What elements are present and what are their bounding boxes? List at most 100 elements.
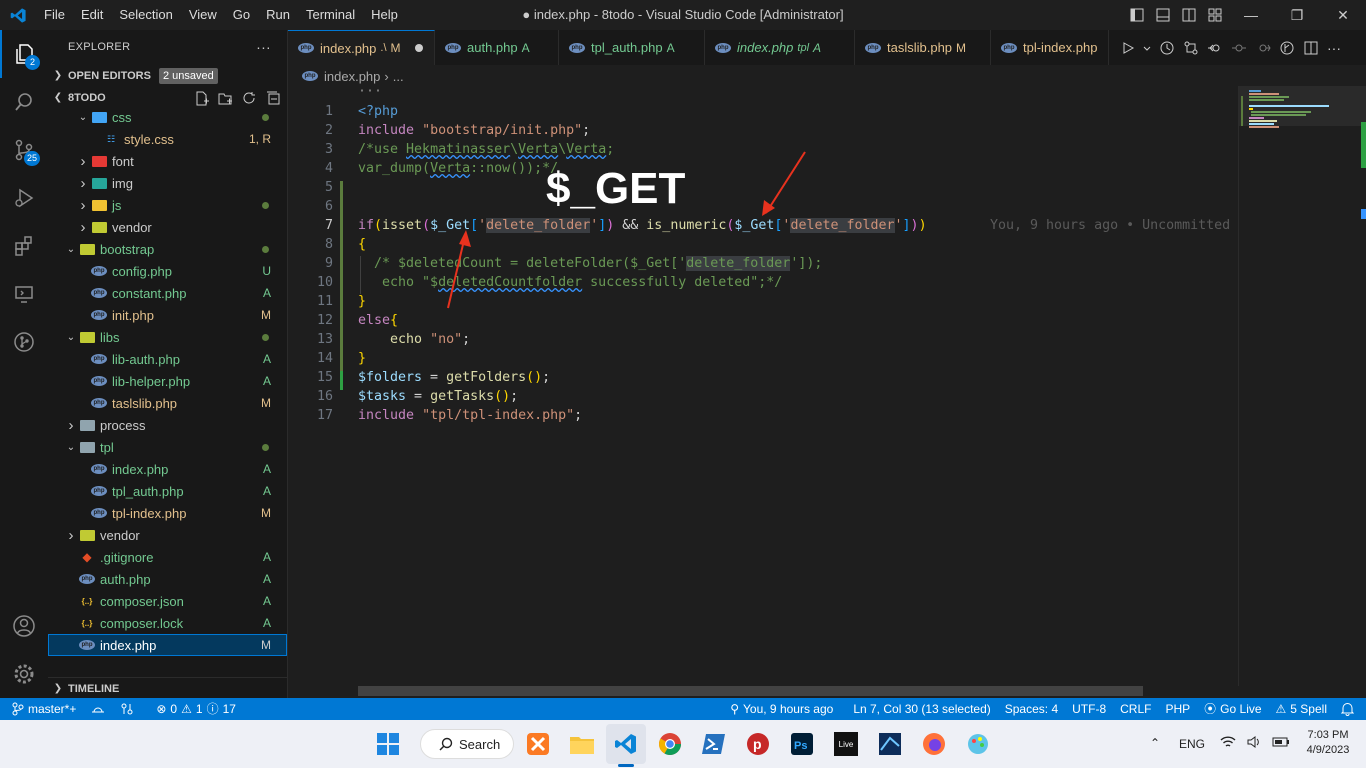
menu-run[interactable]: Run xyxy=(258,0,298,30)
minimap[interactable] xyxy=(1238,86,1366,686)
menu-edit[interactable]: Edit xyxy=(73,0,111,30)
tree-item[interactable]: ⌄ bootstrap xyxy=(48,238,287,260)
windows-start-icon[interactable] xyxy=(368,724,408,764)
timeline-history-icon[interactable] xyxy=(1159,40,1175,56)
previous-change-icon[interactable] xyxy=(1231,40,1247,56)
collapse-all-icon[interactable] xyxy=(266,91,281,106)
cursor-position[interactable]: Ln 7, Col 30 (13 selected) xyxy=(846,698,997,720)
next-change-icon[interactable] xyxy=(1255,40,1271,56)
tab-tpl-index-php[interactable]: php tpl-index.php xyxy=(991,30,1109,65)
search-icon[interactable] xyxy=(0,78,48,126)
notifications-bell-icon[interactable] xyxy=(1334,698,1366,720)
open-changes-icon[interactable] xyxy=(1207,40,1223,56)
phpstorm-icon[interactable]: p xyxy=(738,724,778,764)
menu-help[interactable]: Help xyxy=(363,0,406,30)
unsaved-dot-icon[interactable] xyxy=(414,44,423,52)
chrome-icon[interactable] xyxy=(650,724,690,764)
photoshop-icon[interactable]: Ps xyxy=(782,724,822,764)
tree-item[interactable]: php lib-helper.php A xyxy=(48,370,287,392)
tab-index-php[interactable]: php index.php .\ M xyxy=(288,30,435,65)
input-language[interactable]: ENG xyxy=(1179,737,1205,751)
firefox-icon[interactable] xyxy=(914,724,954,764)
indentation[interactable]: Spaces: 4 xyxy=(998,698,1065,720)
new-file-icon[interactable] xyxy=(194,91,209,106)
manage-gear-icon[interactable] xyxy=(0,650,48,698)
taskbar-search[interactable]: Search xyxy=(420,729,514,759)
clock[interactable]: 7:03 PM 4/9/2023 xyxy=(1300,728,1356,758)
code-editor[interactable]: ··· 1 2 3 4 5 6 7 8 9 10 11 12 13 14 15 16 17 <?php incl… xyxy=(288,84,1238,696)
file-explorer-icon[interactable] xyxy=(562,724,602,764)
tree-item[interactable]: ☷ style.css 1, R xyxy=(48,128,287,150)
tree-item[interactable]: › vendor xyxy=(48,216,287,238)
git-lens-icon[interactable] xyxy=(1279,40,1295,56)
go-live-button[interactable]: ⦿ Go Live xyxy=(1197,698,1268,720)
git-graph-icon[interactable] xyxy=(0,318,48,366)
tree-item[interactable]: ⌄ tpl xyxy=(48,436,287,458)
tree-item[interactable]: php taslslib.php M xyxy=(48,392,287,414)
menu-selection[interactable]: Selection xyxy=(111,0,180,30)
toggle-sidebar-icon[interactable] xyxy=(1124,0,1150,30)
app-icon[interactable] xyxy=(870,724,910,764)
tree-item[interactable]: ⌄ libs xyxy=(48,326,287,348)
chevron-up-icon[interactable]: ⌃ xyxy=(1150,736,1160,750)
end-of-line[interactable]: CRLF xyxy=(1113,698,1158,720)
ableton-live-icon[interactable]: Live xyxy=(826,724,866,764)
sync-icon[interactable] xyxy=(83,698,113,720)
vscode-taskbar-icon[interactable] xyxy=(606,724,646,764)
explorer-icon[interactable]: 2 xyxy=(0,30,48,78)
tree-item[interactable]: php init.php M xyxy=(48,304,287,326)
tree-item[interactable]: › img xyxy=(48,172,287,194)
powershell-icon[interactable] xyxy=(694,724,734,764)
refresh-icon[interactable] xyxy=(242,91,257,106)
tree-item[interactable]: › font xyxy=(48,150,287,172)
accounts-icon[interactable] xyxy=(0,602,48,650)
tree-item[interactable]: php auth.php A xyxy=(48,568,287,590)
run-icon[interactable] xyxy=(1121,41,1135,55)
breadcrumb-file[interactable]: index.php xyxy=(324,69,380,84)
run-debug-icon[interactable] xyxy=(0,174,48,222)
timeline-section[interactable]: ❯ TIMELINE xyxy=(48,677,287,699)
tree-item[interactable]: php constant.php A xyxy=(48,282,287,304)
toggle-panel-icon[interactable] xyxy=(1150,0,1176,30)
xampp-icon[interactable] xyxy=(518,724,558,764)
new-folder-icon[interactable] xyxy=(218,91,233,106)
tree-item[interactable]: ⌄ css xyxy=(48,106,287,128)
branch-item[interactable]: master*+ xyxy=(0,698,83,720)
tab-tpl-index-preview[interactable]: php index.php tpl A xyxy=(705,30,855,65)
extensions-icon[interactable] xyxy=(0,222,48,270)
menu-file[interactable]: File xyxy=(36,0,73,30)
open-editors-section[interactable]: ❯ OPEN EDITORS 2 unsaved xyxy=(48,65,287,87)
tree-item[interactable]: › process xyxy=(48,414,287,436)
restore-icon[interactable]: ❐ xyxy=(1274,0,1320,30)
tree-item[interactable]: {..} composer.lock A xyxy=(48,612,287,634)
source-control-icon[interactable]: 25 xyxy=(0,126,48,174)
horizontal-scrollbar[interactable] xyxy=(358,686,1143,696)
problems-item[interactable]: ⊗ 0 ⚠ 1 ⓘ 17 xyxy=(149,698,243,720)
paint-icon[interactable] xyxy=(958,724,998,764)
system-tray[interactable] xyxy=(1220,734,1290,750)
more-actions-icon[interactable]: ··· xyxy=(256,30,271,65)
breadcrumb-more[interactable]: ... xyxy=(393,69,404,84)
git-blame-status[interactable]: ⚲ You, 9 hours ago xyxy=(723,698,840,720)
more-actions-icon[interactable]: ··· xyxy=(1327,40,1341,56)
customize-layout-icon[interactable] xyxy=(1202,0,1228,30)
spell-checker[interactable]: ⚠ 5 Spell xyxy=(1269,698,1334,720)
tree-item[interactable]: php config.php U xyxy=(48,260,287,282)
remote-explorer-icon[interactable] xyxy=(0,270,48,318)
compare-changes-icon[interactable] xyxy=(1183,40,1199,56)
tab-taslslib-php[interactable]: php taslslib.php M xyxy=(855,30,991,65)
menu-go[interactable]: Go xyxy=(225,0,258,30)
tree-item[interactable]: php index.php M xyxy=(48,634,287,656)
tab-auth-php[interactable]: php auth.php A xyxy=(435,30,559,65)
encoding[interactable]: UTF-8 xyxy=(1065,698,1113,720)
split-editor-icon[interactable] xyxy=(1303,40,1319,56)
live-share-icon[interactable] xyxy=(113,698,141,720)
minimize-icon[interactable]: — xyxy=(1228,0,1274,30)
tree-item[interactable]: php tpl-index.php M xyxy=(48,502,287,524)
toggle-secondary-sidebar-icon[interactable] xyxy=(1176,0,1202,30)
tree-item[interactable]: {..} composer.json A xyxy=(48,590,287,612)
menu-view[interactable]: View xyxy=(181,0,225,30)
tree-item[interactable]: php index.php A xyxy=(48,458,287,480)
chevron-down-icon[interactable] xyxy=(1143,41,1151,55)
menu-terminal[interactable]: Terminal xyxy=(298,0,363,30)
